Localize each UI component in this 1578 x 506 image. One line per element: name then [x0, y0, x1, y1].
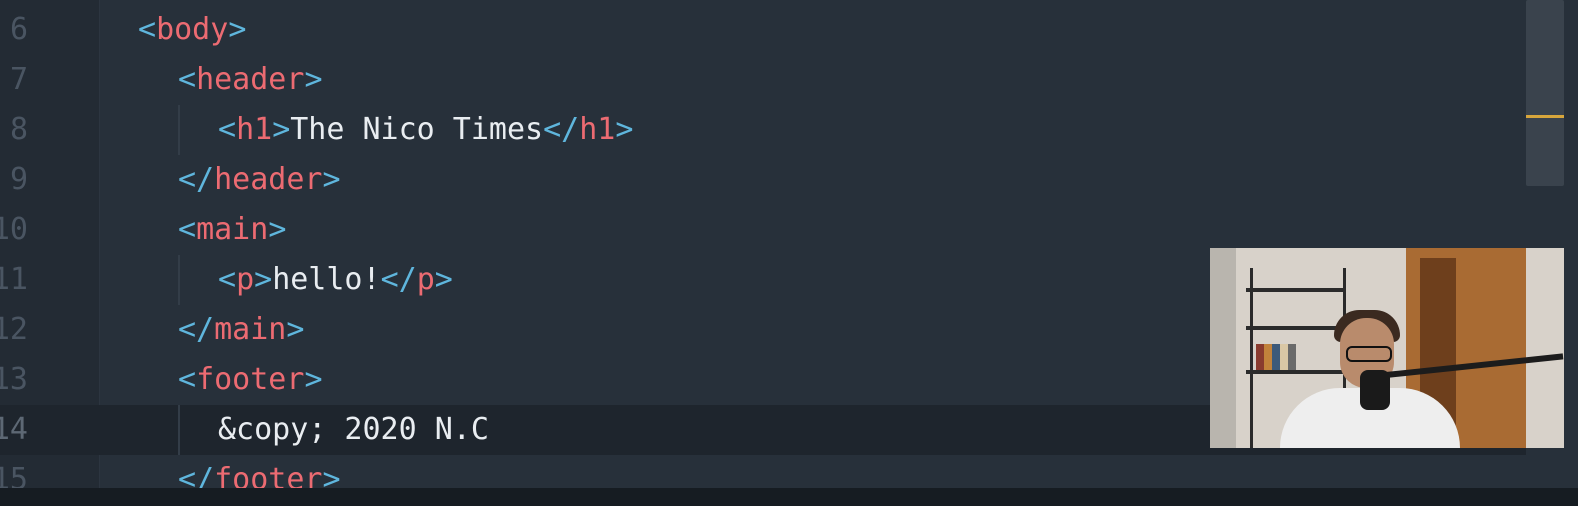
- webcam-person-glasses: [1346, 346, 1392, 362]
- bracket-token: <: [178, 62, 197, 97]
- bracket-token: <: [138, 12, 157, 47]
- code-line[interactable]: 7 <header>: [0, 55, 1526, 105]
- code-text[interactable]: &copy; 2020 N.C: [218, 405, 489, 455]
- bracket-token: >: [268, 212, 287, 247]
- bracket-token: <: [178, 362, 197, 397]
- code-editor[interactable]: 6 <body> 7 <header> 8 <h1>The Nico Times</h1>…: [0, 0, 1578, 506]
- text-token: hello!: [272, 262, 381, 297]
- bracket-token: >: [254, 262, 273, 297]
- bracket-token: >: [272, 112, 291, 147]
- line-number: 12: [0, 312, 28, 347]
- tag-name-token: p: [236, 262, 255, 297]
- line-number: 7: [9, 62, 28, 97]
- webcam-curtain: [1210, 248, 1236, 448]
- code-text[interactable]: </main>: [178, 305, 304, 355]
- webcam-books: [1256, 344, 1296, 370]
- line-number: 13: [0, 362, 28, 397]
- line-number: 10: [0, 212, 28, 247]
- bracket-token: </: [543, 112, 580, 147]
- code-line[interactable]: 9 </header>: [0, 155, 1526, 205]
- bracket-token: >: [434, 262, 453, 297]
- indent-guide: [178, 255, 180, 305]
- bracket-token: >: [304, 362, 323, 397]
- bracket-token: </: [380, 262, 417, 297]
- bracket-token: <: [178, 212, 197, 247]
- text-token: The Nico Times: [290, 112, 544, 147]
- tag-name-token: h1: [579, 112, 616, 147]
- bracket-token: <: [218, 262, 237, 297]
- bracket-token: >: [304, 62, 323, 97]
- webcam-shelf: [1246, 326, 1346, 330]
- tag-name-token: footer: [196, 362, 305, 397]
- code-text[interactable]: <main>: [178, 205, 286, 255]
- tag-name-token: h1: [236, 112, 273, 147]
- bracket-token: >: [615, 112, 634, 147]
- indent-guide: [178, 105, 180, 155]
- bracket-token: </: [178, 312, 215, 347]
- code-text[interactable]: <header>: [178, 55, 323, 105]
- tag-name-token: header: [214, 162, 323, 197]
- line-number: 14: [0, 412, 28, 447]
- tag-name-token: main: [196, 212, 269, 247]
- tag-name-token: main: [214, 312, 287, 347]
- line-number: 6: [9, 12, 28, 47]
- webcam-shelf: [1246, 288, 1346, 292]
- code-line[interactable]: 6 <body>: [0, 5, 1526, 55]
- bracket-token: >: [228, 12, 247, 47]
- code-text[interactable]: <body>: [138, 5, 246, 55]
- code-text[interactable]: <p>hello!</p>: [218, 255, 453, 305]
- line-number: 9: [9, 162, 28, 197]
- tag-name-token: body: [156, 12, 229, 47]
- text-token: &copy; 2020 N.C: [218, 412, 489, 447]
- bracket-token: >: [286, 312, 305, 347]
- webcam-shelf: [1246, 370, 1346, 374]
- bottom-bar: [0, 488, 1578, 506]
- webcam-overlay: [1210, 248, 1564, 448]
- tag-name-token: header: [196, 62, 305, 97]
- line-number: 8: [9, 112, 28, 147]
- code-line[interactable]: 8 <h1>The Nico Times</h1>: [0, 105, 1526, 155]
- indent-guide: [178, 405, 180, 455]
- bracket-token: </: [178, 162, 215, 197]
- bracket-token: >: [322, 162, 341, 197]
- tag-name-token: p: [416, 262, 435, 297]
- code-text[interactable]: <h1>The Nico Times</h1>: [218, 105, 633, 155]
- minimap-scrollbar[interactable]: [1526, 0, 1564, 186]
- code-text[interactable]: <footer>: [178, 355, 323, 405]
- webcam-microphone: [1360, 370, 1390, 410]
- line-number: 11: [0, 262, 28, 297]
- scroll-position-marker: [1526, 115, 1564, 118]
- bracket-token: <: [218, 112, 237, 147]
- code-text[interactable]: </header>: [178, 155, 341, 205]
